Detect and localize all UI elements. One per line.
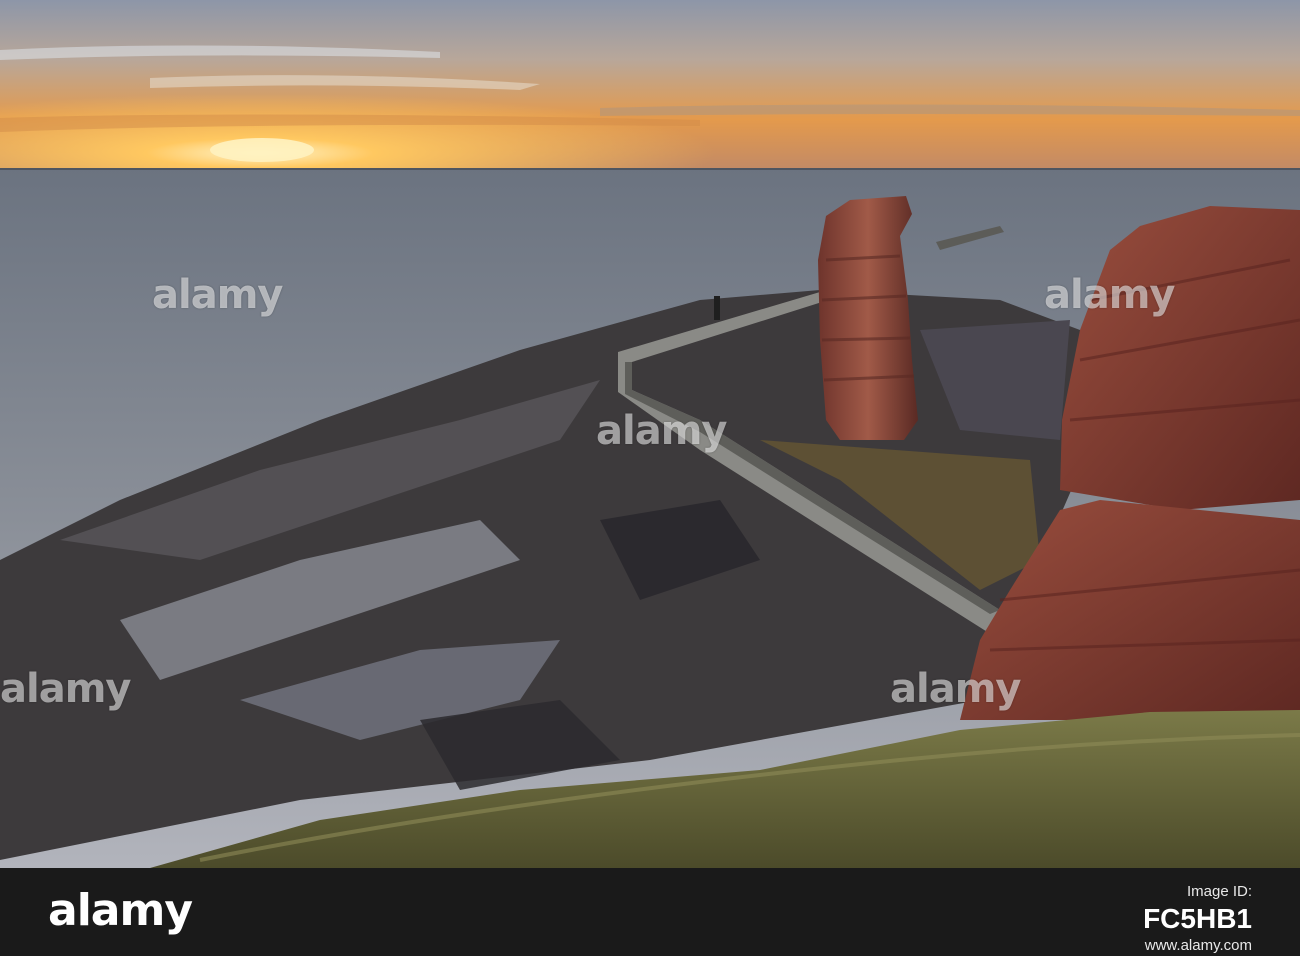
image-meta: Image ID: FC5HB1 www.alamy.com [1143, 882, 1252, 956]
image-id: FC5HB1 [1143, 903, 1252, 934]
watermark-text: alamy [0, 666, 131, 712]
alamy-logo: alamy [48, 885, 193, 936]
watermark-text: alamy [152, 272, 283, 318]
watermark-text: alamy [1044, 272, 1175, 318]
watermark-text: alamy [596, 408, 727, 454]
site-url: www.alamy.com [1144, 937, 1252, 954]
footer-bar: alamy Image ID: FC5HB1 www.alamy.com [0, 868, 1300, 956]
watermark-text: alamy [890, 666, 1021, 712]
photo-stage: alamy alamy alamy alamy alamy alamy Imag… [0, 0, 1300, 956]
image-id-label: Image ID: [1186, 883, 1252, 900]
